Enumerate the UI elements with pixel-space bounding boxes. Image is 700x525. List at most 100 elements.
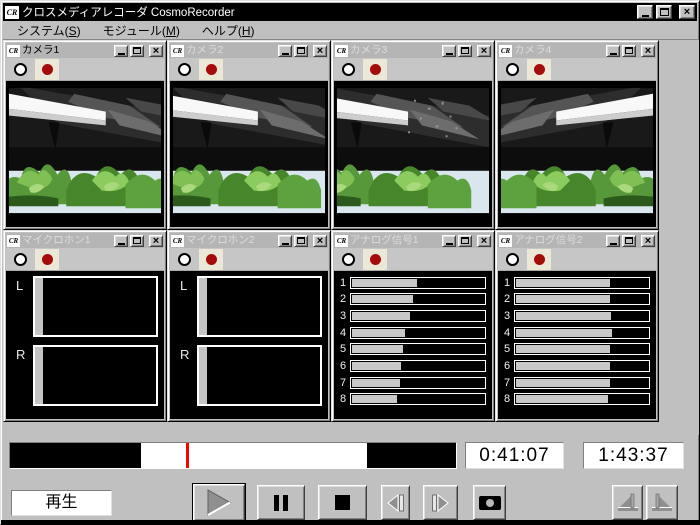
analog-channel-row: 5: [336, 343, 486, 356]
record-stop-button[interactable]: [337, 59, 359, 80]
module-close-button[interactable]: ×: [313, 44, 327, 57]
module-toolbar: [170, 58, 328, 81]
status-display: 再生: [11, 490, 112, 516]
module-minimize-button[interactable]: [442, 234, 456, 247]
main-titlebar[interactable]: CR クロスメディアレコーダ CosmoRecorder ×: [3, 3, 697, 21]
playhead-marker[interactable]: [185, 443, 189, 468]
analog-channel-row: 7: [336, 376, 486, 389]
maximize-icon: [297, 47, 305, 54]
module-close-button[interactable]: ×: [477, 234, 491, 247]
maximize-icon: [461, 47, 469, 54]
record-button[interactable]: [527, 58, 551, 80]
mic-channel-label: L: [16, 278, 24, 293]
play-icon: [207, 489, 231, 516]
module-window-camera-3: CR カメラ3 ×: [331, 40, 495, 230]
module-minimize-button[interactable]: [606, 44, 620, 57]
timeline-seek-bar[interactable]: [9, 442, 457, 469]
module-title: マイクロホン2: [186, 234, 255, 246]
module-close-button[interactable]: ×: [641, 234, 655, 247]
module-maximize-button[interactable]: [294, 234, 308, 247]
close-icon: ×: [152, 44, 160, 57]
mic-channel-label: R: [16, 347, 26, 362]
record-stop-button[interactable]: [501, 59, 523, 80]
record-stop-button[interactable]: [337, 249, 359, 270]
analog-level-fill: [352, 362, 401, 371]
analog-level-meter: [514, 343, 650, 356]
module-minimize-button[interactable]: [114, 44, 128, 57]
analog-channel-label: 6: [339, 360, 347, 373]
marker-in-button[interactable]: [612, 485, 643, 520]
record-stop-button[interactable]: [9, 249, 31, 270]
camera-video-frame: [334, 81, 492, 227]
module-close-button[interactable]: ×: [149, 234, 163, 247]
module-titlebar[interactable]: CR カメラ3 ×: [334, 43, 492, 58]
module-close-button[interactable]: ×: [149, 44, 163, 57]
play-button[interactable]: [193, 484, 245, 521]
analog-channel-label: 1: [503, 276, 511, 289]
record-button[interactable]: [363, 58, 387, 80]
module-maximize-button[interactable]: [294, 44, 308, 57]
marker-out-button[interactable]: [646, 485, 678, 520]
module-minimize-button[interactable]: [278, 234, 292, 247]
record-stop-button[interactable]: [9, 59, 31, 80]
module-title: マイクロホン1: [22, 234, 91, 246]
module-titlebar[interactable]: CR アナログ信号1 ×: [334, 233, 492, 248]
module-close-button[interactable]: ×: [477, 44, 491, 57]
stop-button[interactable]: [318, 485, 367, 520]
module-close-button[interactable]: ×: [641, 44, 655, 57]
module-title: カメラ4: [514, 44, 552, 56]
module-titlebar[interactable]: CR マイクロホン1 ×: [6, 233, 164, 248]
module-minimize-button[interactable]: [278, 44, 292, 57]
menu-item-0[interactable]: システム(S): [9, 21, 89, 40]
minimize-icon: [609, 52, 617, 55]
step-back-button[interactable]: [381, 485, 410, 520]
module-close-button[interactable]: ×: [313, 234, 327, 247]
module-minimize-button[interactable]: [606, 234, 620, 247]
module-titlebar[interactable]: CR カメラ2 ×: [170, 43, 328, 58]
record-button[interactable]: [199, 58, 223, 80]
maximize-button[interactable]: [656, 5, 672, 19]
analog-channel-row: 1: [336, 276, 486, 289]
minimize-button[interactable]: [637, 5, 653, 19]
record-button[interactable]: [527, 248, 551, 270]
record-stop-button[interactable]: [501, 249, 523, 270]
analog-level-fill: [516, 311, 612, 320]
module-maximize-button[interactable]: [458, 44, 472, 57]
analog-channel-label: 2: [339, 293, 347, 306]
module-maximize-button[interactable]: [622, 44, 636, 57]
module-maximize-button[interactable]: [130, 44, 144, 57]
module-title: カメラ1: [22, 44, 60, 56]
record-stop-button[interactable]: [173, 249, 195, 270]
analog-level-fill: [352, 345, 404, 354]
module-titlebar[interactable]: CR アナログ信号2 ×: [498, 233, 656, 248]
analog-level-meter: [514, 376, 650, 389]
module-titlebar[interactable]: CR カメラ1 ×: [6, 43, 164, 58]
circle-icon: [341, 252, 355, 266]
module-maximize-button[interactable]: [458, 234, 472, 247]
module-maximize-button[interactable]: [130, 234, 144, 247]
camera-video-frame: [170, 81, 328, 227]
record-stop-button[interactable]: [173, 59, 195, 80]
analog-channel-label: 5: [503, 343, 511, 356]
module-titlebar[interactable]: CR カメラ4 ×: [498, 43, 656, 58]
mic-level-meter: [197, 345, 322, 406]
pause-button[interactable]: [257, 485, 305, 520]
minimize-icon: [641, 14, 649, 17]
minimize-icon: [117, 242, 125, 245]
main-window: CR クロスメディアレコーダ CosmoRecorder × システム(S) モジ…: [0, 0, 700, 525]
module-maximize-button[interactable]: [622, 234, 636, 247]
record-button[interactable]: [199, 248, 223, 270]
timeline-segment: [366, 443, 456, 468]
module-minimize-button[interactable]: [114, 234, 128, 247]
record-button[interactable]: [35, 248, 59, 270]
module-titlebar[interactable]: CR マイクロホン2 ×: [170, 233, 328, 248]
menu-item-1[interactable]: モジュール(M): [95, 21, 188, 40]
menu-item-2[interactable]: ヘルプ(H): [194, 21, 263, 40]
step-forward-button[interactable]: [423, 485, 458, 520]
module-minimize-button[interactable]: [442, 44, 456, 57]
record-button[interactable]: [363, 248, 387, 270]
snapshot-button[interactable]: [473, 485, 506, 520]
close-button[interactable]: ×: [679, 5, 695, 19]
record-button[interactable]: [35, 58, 59, 80]
module-window-microphone-2: CR マイクロホン2 × L R: [167, 230, 331, 422]
